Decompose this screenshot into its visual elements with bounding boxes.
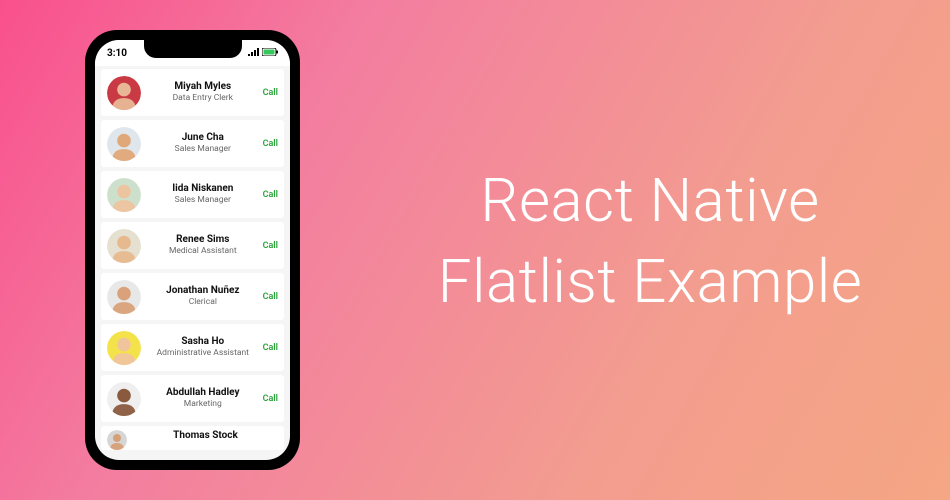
contact-name: June Cha xyxy=(147,132,259,144)
contact-role: Sales Manager xyxy=(147,144,259,154)
avatar xyxy=(107,280,141,314)
list-item[interactable]: Sasha Ho Administrative Assistant Call xyxy=(101,324,284,371)
contact-name: Abdullah Hadley xyxy=(147,387,259,399)
avatar xyxy=(107,229,141,263)
list-item[interactable]: Jonathan Nuñez Clerical Call xyxy=(101,273,284,320)
call-button[interactable]: Call xyxy=(259,139,278,149)
avatar xyxy=(107,382,141,416)
list-item[interactable]: Miyah Myles Data Entry Clerk Call xyxy=(101,69,284,116)
list-item[interactable]: Abdullah Hadley Marketing Call xyxy=(101,375,284,422)
avatar xyxy=(107,76,141,110)
contact-list[interactable]: Miyah Myles Data Entry Clerk Call June C… xyxy=(95,66,290,453)
contact-name: Sasha Ho xyxy=(147,336,259,348)
contact-info: Miyah Myles Data Entry Clerk xyxy=(147,81,259,103)
list-item[interactable]: June Cha Sales Manager Call xyxy=(101,120,284,167)
status-time: 3:10 xyxy=(107,48,127,59)
call-button[interactable]: Call xyxy=(259,88,278,98)
contact-role: Data Entry Clerk xyxy=(147,93,259,103)
contact-info: Renee Sims Medical Assistant xyxy=(147,234,259,256)
phone-notch xyxy=(144,40,242,58)
call-button[interactable]: Call xyxy=(259,343,278,353)
page-title: React NativeFlatlist Example xyxy=(380,160,920,322)
avatar xyxy=(107,127,141,161)
call-button[interactable]: Call xyxy=(259,292,278,302)
phone-frame: 3:10 Miyah Myles Data Entry Clerk Call xyxy=(85,30,300,470)
call-button[interactable]: Call xyxy=(259,190,278,200)
contact-info: Abdullah Hadley Marketing xyxy=(147,387,259,409)
call-button[interactable]: Call xyxy=(259,241,278,251)
contact-name: Iida Niskanen xyxy=(147,183,259,195)
contact-role: Sales Manager xyxy=(147,195,259,205)
contact-role: Marketing xyxy=(147,399,259,409)
contact-info: Thomas Stock xyxy=(133,430,278,442)
contact-name: Thomas Stock xyxy=(133,430,278,442)
list-item[interactable]: Renee Sims Medical Assistant Call xyxy=(101,222,284,269)
contact-name: Miyah Myles xyxy=(147,81,259,93)
contact-info: June Cha Sales Manager xyxy=(147,132,259,154)
contact-role: Medical Assistant xyxy=(147,246,259,256)
contact-name: Renee Sims xyxy=(147,234,259,246)
contact-name: Jonathan Nuñez xyxy=(147,285,259,297)
phone-screen: 3:10 Miyah Myles Data Entry Clerk Call xyxy=(95,40,290,460)
list-item[interactable]: Thomas Stock xyxy=(101,426,284,450)
signal-icon xyxy=(248,48,259,59)
avatar xyxy=(107,178,141,212)
avatar xyxy=(107,331,141,365)
avatar xyxy=(107,430,127,450)
contact-role: Administrative Assistant xyxy=(147,348,259,358)
contact-role: Clerical xyxy=(147,297,259,307)
call-button[interactable]: Call xyxy=(259,394,278,404)
battery-icon xyxy=(262,48,278,59)
contact-info: Sasha Ho Administrative Assistant xyxy=(147,336,259,358)
list-item[interactable]: Iida Niskanen Sales Manager Call xyxy=(101,171,284,218)
contact-info: Jonathan Nuñez Clerical xyxy=(147,285,259,307)
contact-info: Iida Niskanen Sales Manager xyxy=(147,183,259,205)
